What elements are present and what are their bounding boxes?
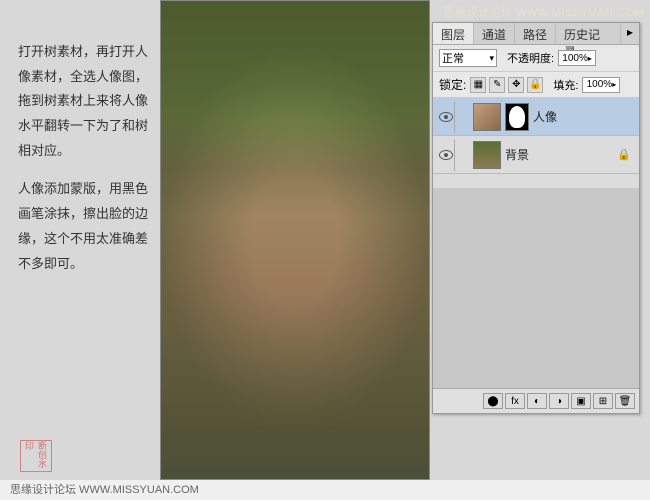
instruction-para-1: 打开树素材，再打开人像素材，全选人像图，拖到树素材上来将人像水平翻转一下为了和树… xyxy=(18,40,148,163)
link-column[interactable] xyxy=(459,141,469,169)
watermark-top: 思缘设计论坛 WWW.MISSYUAN.COM xyxy=(444,4,644,20)
blend-opacity-row: 正常 不透明度: 100%▸ xyxy=(433,45,639,72)
layer-row-portrait[interactable]: 人像 xyxy=(433,98,639,136)
footer-watermark: 思缘设计论坛 WWW.MISSYUAN.COM xyxy=(0,480,650,500)
tab-channels[interactable]: 通道 xyxy=(474,23,515,44)
layer-row-background[interactable]: 背景 🔒 xyxy=(433,136,639,174)
opacity-label: 不透明度: xyxy=(507,50,554,66)
group-button[interactable]: ▣ xyxy=(571,393,591,409)
layer-style-button[interactable]: fx xyxy=(505,393,525,409)
tab-paths[interactable]: 路径 xyxy=(515,23,556,44)
fill-value: 100% xyxy=(587,79,613,90)
layers-list: 人像 背景 🔒 xyxy=(433,98,639,188)
layer-name[interactable]: 背景 xyxy=(505,146,613,163)
chevron-right-icon: ▸ xyxy=(612,80,616,89)
layer-mask-button[interactable]: ◐ xyxy=(527,393,547,409)
lock-position-icon[interactable]: ✥ xyxy=(508,77,524,93)
panel-empty-area xyxy=(433,188,639,388)
lock-transparency-icon[interactable]: ▦ xyxy=(470,77,486,93)
link-layers-button[interactable]: ⬤ xyxy=(483,393,503,409)
layer-name[interactable]: 人像 xyxy=(533,108,635,125)
adjustment-layer-button[interactable]: ◑ xyxy=(549,393,569,409)
instruction-para-2: 人像添加蒙版，用黑色画笔涂抹，擦出脸的边缘，这个不用太准确差不多即可。 xyxy=(18,177,148,276)
lock-all-icon[interactable]: 🔒 xyxy=(527,77,543,93)
new-layer-button[interactable]: ⊞ xyxy=(593,393,613,409)
layer-mask-thumbnail[interactable] xyxy=(505,103,529,131)
eye-icon xyxy=(439,112,453,122)
canvas-overlay xyxy=(161,1,429,479)
delete-layer-button[interactable]: 🗑 xyxy=(615,393,635,409)
visibility-toggle[interactable] xyxy=(437,101,455,133)
blend-mode-value: 正常 xyxy=(442,50,464,66)
layer-thumbnail[interactable] xyxy=(473,141,501,169)
lock-fill-row: 锁定: ▦ ✎ ✥ 🔒 填充: 100%▸ xyxy=(433,72,639,98)
watermark-stamp: 断创水印 xyxy=(20,440,52,472)
link-column[interactable] xyxy=(459,103,469,131)
opacity-input[interactable]: 100%▸ xyxy=(558,50,596,66)
layers-panel: 图层 通道 路径 历史记录 ▸ 正常 不透明度: 100%▸ 锁定: ▦ ✎ ✥… xyxy=(432,22,640,414)
canvas-composite-image xyxy=(160,0,430,480)
lock-pixels-icon[interactable]: ✎ xyxy=(489,77,505,93)
lock-indicator-icon: 🔒 xyxy=(617,148,631,161)
fill-label: 填充: xyxy=(553,77,578,93)
chevron-right-icon: ▸ xyxy=(588,54,592,63)
panel-menu-icon[interactable]: ▸ xyxy=(621,23,639,44)
fill-input[interactable]: 100%▸ xyxy=(582,77,620,93)
opacity-value: 100% xyxy=(562,53,588,64)
tab-history[interactable]: 历史记录 xyxy=(556,23,621,44)
panel-footer: ⬤ fx ◐ ◑ ▣ ⊞ 🗑 xyxy=(433,388,639,413)
lock-icons-group: ▦ ✎ ✥ 🔒 xyxy=(470,77,543,93)
eye-icon xyxy=(439,150,453,160)
blend-mode-select[interactable]: 正常 xyxy=(439,49,497,67)
tab-layers[interactable]: 图层 xyxy=(433,23,474,44)
lock-label: 锁定: xyxy=(439,76,466,93)
layer-thumbnail[interactable] xyxy=(473,103,501,131)
instruction-text: 打开树素材，再打开人像素材，全选人像图，拖到树素材上来将人像水平翻转一下为了和树… xyxy=(18,40,148,290)
visibility-toggle[interactable] xyxy=(437,139,455,171)
panel-tabs: 图层 通道 路径 历史记录 ▸ xyxy=(433,23,639,45)
